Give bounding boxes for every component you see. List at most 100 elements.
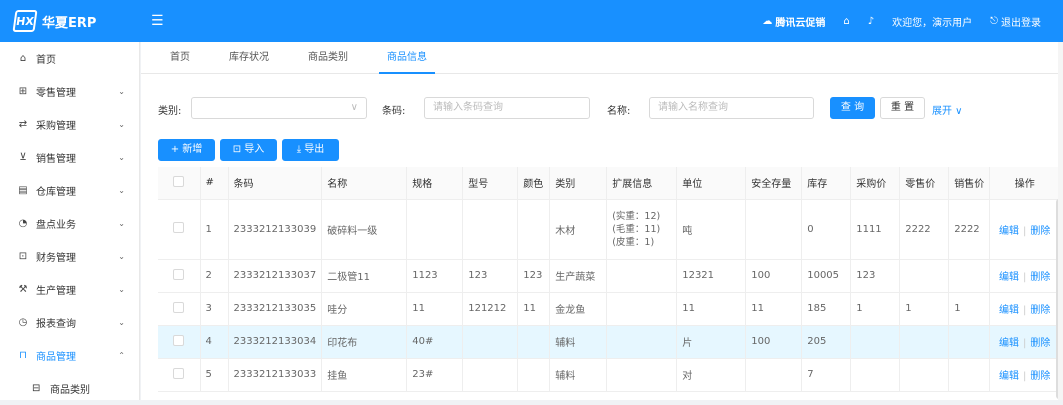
row-checkbox[interactable] xyxy=(158,325,201,359)
table-cell: 40# xyxy=(406,325,464,359)
main-content: 类别: ∨ 条码: 请输入条码查询 名称: 请输入名称查询 查 询 重 置 展开… xyxy=(141,74,1063,400)
row-checkbox[interactable] xyxy=(158,292,201,326)
col-header-safety-stock: 安全存量 xyxy=(745,167,803,200)
category-select[interactable]: ∨ xyxy=(191,97,367,119)
menu-fold-icon[interactable]: ☰ xyxy=(151,13,164,29)
sidebar-item-inventory-check[interactable]: ◔ 盘点业务 ⌄ xyxy=(0,207,139,240)
col-header-name: 名称 xyxy=(321,167,408,200)
delete-link[interactable]: 删除 xyxy=(1030,338,1050,349)
delete-link[interactable]: 删除 xyxy=(1030,226,1050,237)
table-cell xyxy=(517,358,551,392)
col-header-retail-price: 零售价 xyxy=(899,167,950,200)
edit-link[interactable]: 编辑 xyxy=(999,226,1019,237)
table-cell: 5 xyxy=(200,358,229,392)
sidebar-item-reports[interactable]: ◷ 报表查询 ⌄ xyxy=(0,306,139,339)
table-row[interactable]: 2 2333212133037 二极管11 1123 123 123 生产蔬菜 12321 10… xyxy=(158,259,1061,293)
divider: | xyxy=(1023,371,1027,382)
table-cell: 二极管11 xyxy=(321,259,408,293)
delete-link[interactable]: 删除 xyxy=(1030,305,1050,316)
table-cell: 11 xyxy=(406,292,464,326)
table-cell: 185 xyxy=(801,292,852,326)
table-cell: 哇分 xyxy=(321,292,408,326)
chevron-down-icon: ⌄ xyxy=(118,186,125,195)
table-cell: 吨 xyxy=(676,199,747,260)
edit-link[interactable]: 编辑 xyxy=(999,272,1019,283)
table-cell xyxy=(899,358,950,392)
edit-link[interactable]: 编辑 xyxy=(999,305,1019,316)
barcode-input[interactable]: 请输入条码查询 xyxy=(424,97,590,119)
col-header-spec: 规格 xyxy=(406,167,464,200)
table-cell: 2333212133037 xyxy=(228,259,323,293)
row-checkbox[interactable] xyxy=(158,259,201,293)
row-actions: 编辑 | 删除 xyxy=(989,292,1061,326)
tab-bar: 首页 库存状况 商品类别 商品信息 xyxy=(141,42,1063,74)
sidebar-item-label: 商品管理 xyxy=(36,352,76,363)
table-cell xyxy=(948,259,991,293)
table-cell xyxy=(462,325,519,359)
table-cell: 2 xyxy=(200,259,229,293)
reset-button[interactable]: 重 置 xyxy=(880,97,925,119)
export-button[interactable]: ⤓ 导出 xyxy=(282,139,339,161)
col-header-model: 型号 xyxy=(462,167,519,200)
delete-link[interactable]: 删除 xyxy=(1030,272,1050,283)
sidebar-item-purchase[interactable]: ⇄ 采购管理 ⌄ xyxy=(0,108,139,141)
row-checkbox[interactable] xyxy=(158,358,201,392)
table-cell xyxy=(517,199,551,260)
sidebar-item-finance[interactable]: ⊡ 财务管理 ⌄ xyxy=(0,240,139,273)
col-header-purchase-price: 采购价 xyxy=(850,167,901,200)
col-header-unit: 单位 xyxy=(676,167,747,200)
edit-link[interactable]: 编辑 xyxy=(999,371,1019,382)
query-button[interactable]: 查 询 xyxy=(830,97,875,119)
chevron-up-icon: ⌃ xyxy=(118,351,125,360)
table-cell: 辅料 xyxy=(549,358,608,392)
table-cell: 205 xyxy=(801,325,852,359)
promo-link[interactable]: ☁ 腾讯云促销 xyxy=(762,14,825,29)
table-row[interactable]: 4 2333212133034 印花布 40# 辅料 片 100 205 编辑 | 删除 xyxy=(158,325,1061,359)
divider: | xyxy=(1023,225,1027,237)
divider: | xyxy=(1023,272,1027,283)
tab-stock-status[interactable]: 库存状况 xyxy=(229,42,269,74)
table-cell: 2333212133039 xyxy=(228,199,323,260)
sidebar-item-label: 零售管理 xyxy=(36,88,76,99)
table-cell xyxy=(606,358,678,392)
table-cell: 印花布 xyxy=(321,325,408,359)
table-row[interactable]: 1 2333212133039 破碎料一级 木材 (实重：12)(毛重：11)(皮重：1… xyxy=(158,199,1061,260)
sidebar-item-warehouse[interactable]: ▤ 仓库管理 ⌄ xyxy=(0,174,139,207)
sidebar-item-retail[interactable]: ⊞ 零售管理 ⌄ xyxy=(0,75,139,108)
shop-icon: ⊞ xyxy=(18,86,28,97)
table-row[interactable]: 3 2333212133035 哇分 11 121212 11 金龙鱼 11 11 185 1 1 1 编… xyxy=(158,292,1061,326)
row-actions: 编辑 | 删除 xyxy=(989,199,1061,260)
table-cell: 100 xyxy=(745,259,803,293)
import-button[interactable]: ⊡ 导入 xyxy=(220,139,277,161)
logout-button[interactable]: ⎋ 退出登录 xyxy=(990,14,1041,29)
table-cell: 121212 xyxy=(462,292,519,326)
shopping-bag-icon: ⊓ xyxy=(19,350,27,361)
name-input[interactable]: 请输入名称查询 xyxy=(649,97,814,119)
chevron-down-icon: ⌄ xyxy=(118,318,125,327)
add-button[interactable]: + 新增 xyxy=(158,139,215,161)
table-cell: 2333212133033 xyxy=(228,358,323,392)
table-row[interactable]: 5 2333212133033 挂鱼 23# 辅料 对 7 编辑 | 删除 xyxy=(158,358,1061,392)
page-scrollbar[interactable] xyxy=(1058,42,1063,400)
tab-goods-category[interactable]: 商品类别 xyxy=(308,42,348,74)
tab-goods-info[interactable]: 商品信息 xyxy=(379,42,435,74)
table-cell: 0 xyxy=(801,199,852,260)
sidebar-item-production[interactable]: ⚒ 生产管理 ⌄ xyxy=(0,273,139,306)
sidebar-item-home[interactable]: ⌂ 首页 xyxy=(0,42,139,75)
row-checkbox[interactable] xyxy=(158,199,201,260)
bank-icon[interactable]: ⌂ xyxy=(843,16,849,27)
expand-link[interactable]: 展开 ∨ xyxy=(932,102,963,117)
sidebar-item-label: 盘点业务 xyxy=(36,220,76,231)
dashboard-icon: ◔ xyxy=(18,218,28,229)
delete-link[interactable]: 删除 xyxy=(1030,371,1050,382)
sidebar-item-sales[interactable]: ⊻ 销售管理 ⌄ xyxy=(0,141,139,174)
edit-link[interactable]: 编辑 xyxy=(999,338,1019,349)
bell-icon[interactable]: ♪ xyxy=(868,16,874,27)
select-all-checkbox[interactable] xyxy=(158,167,201,200)
tab-home[interactable]: 首页 xyxy=(170,42,190,74)
divider: | xyxy=(1023,338,1027,349)
sidebar-item-goods[interactable]: ⊓ 商品管理 ⌃ xyxy=(0,339,139,372)
sidebar-subitem-goods-category[interactable]: ⊟ 商品类别 xyxy=(0,372,139,405)
logo[interactable]: HX 华夏ERP xyxy=(12,10,96,32)
table-header-row: # 条码 名称 规格 型号 颜色 类别 扩展信息 单位 安全存量 库存 采购价 … xyxy=(158,167,1061,200)
